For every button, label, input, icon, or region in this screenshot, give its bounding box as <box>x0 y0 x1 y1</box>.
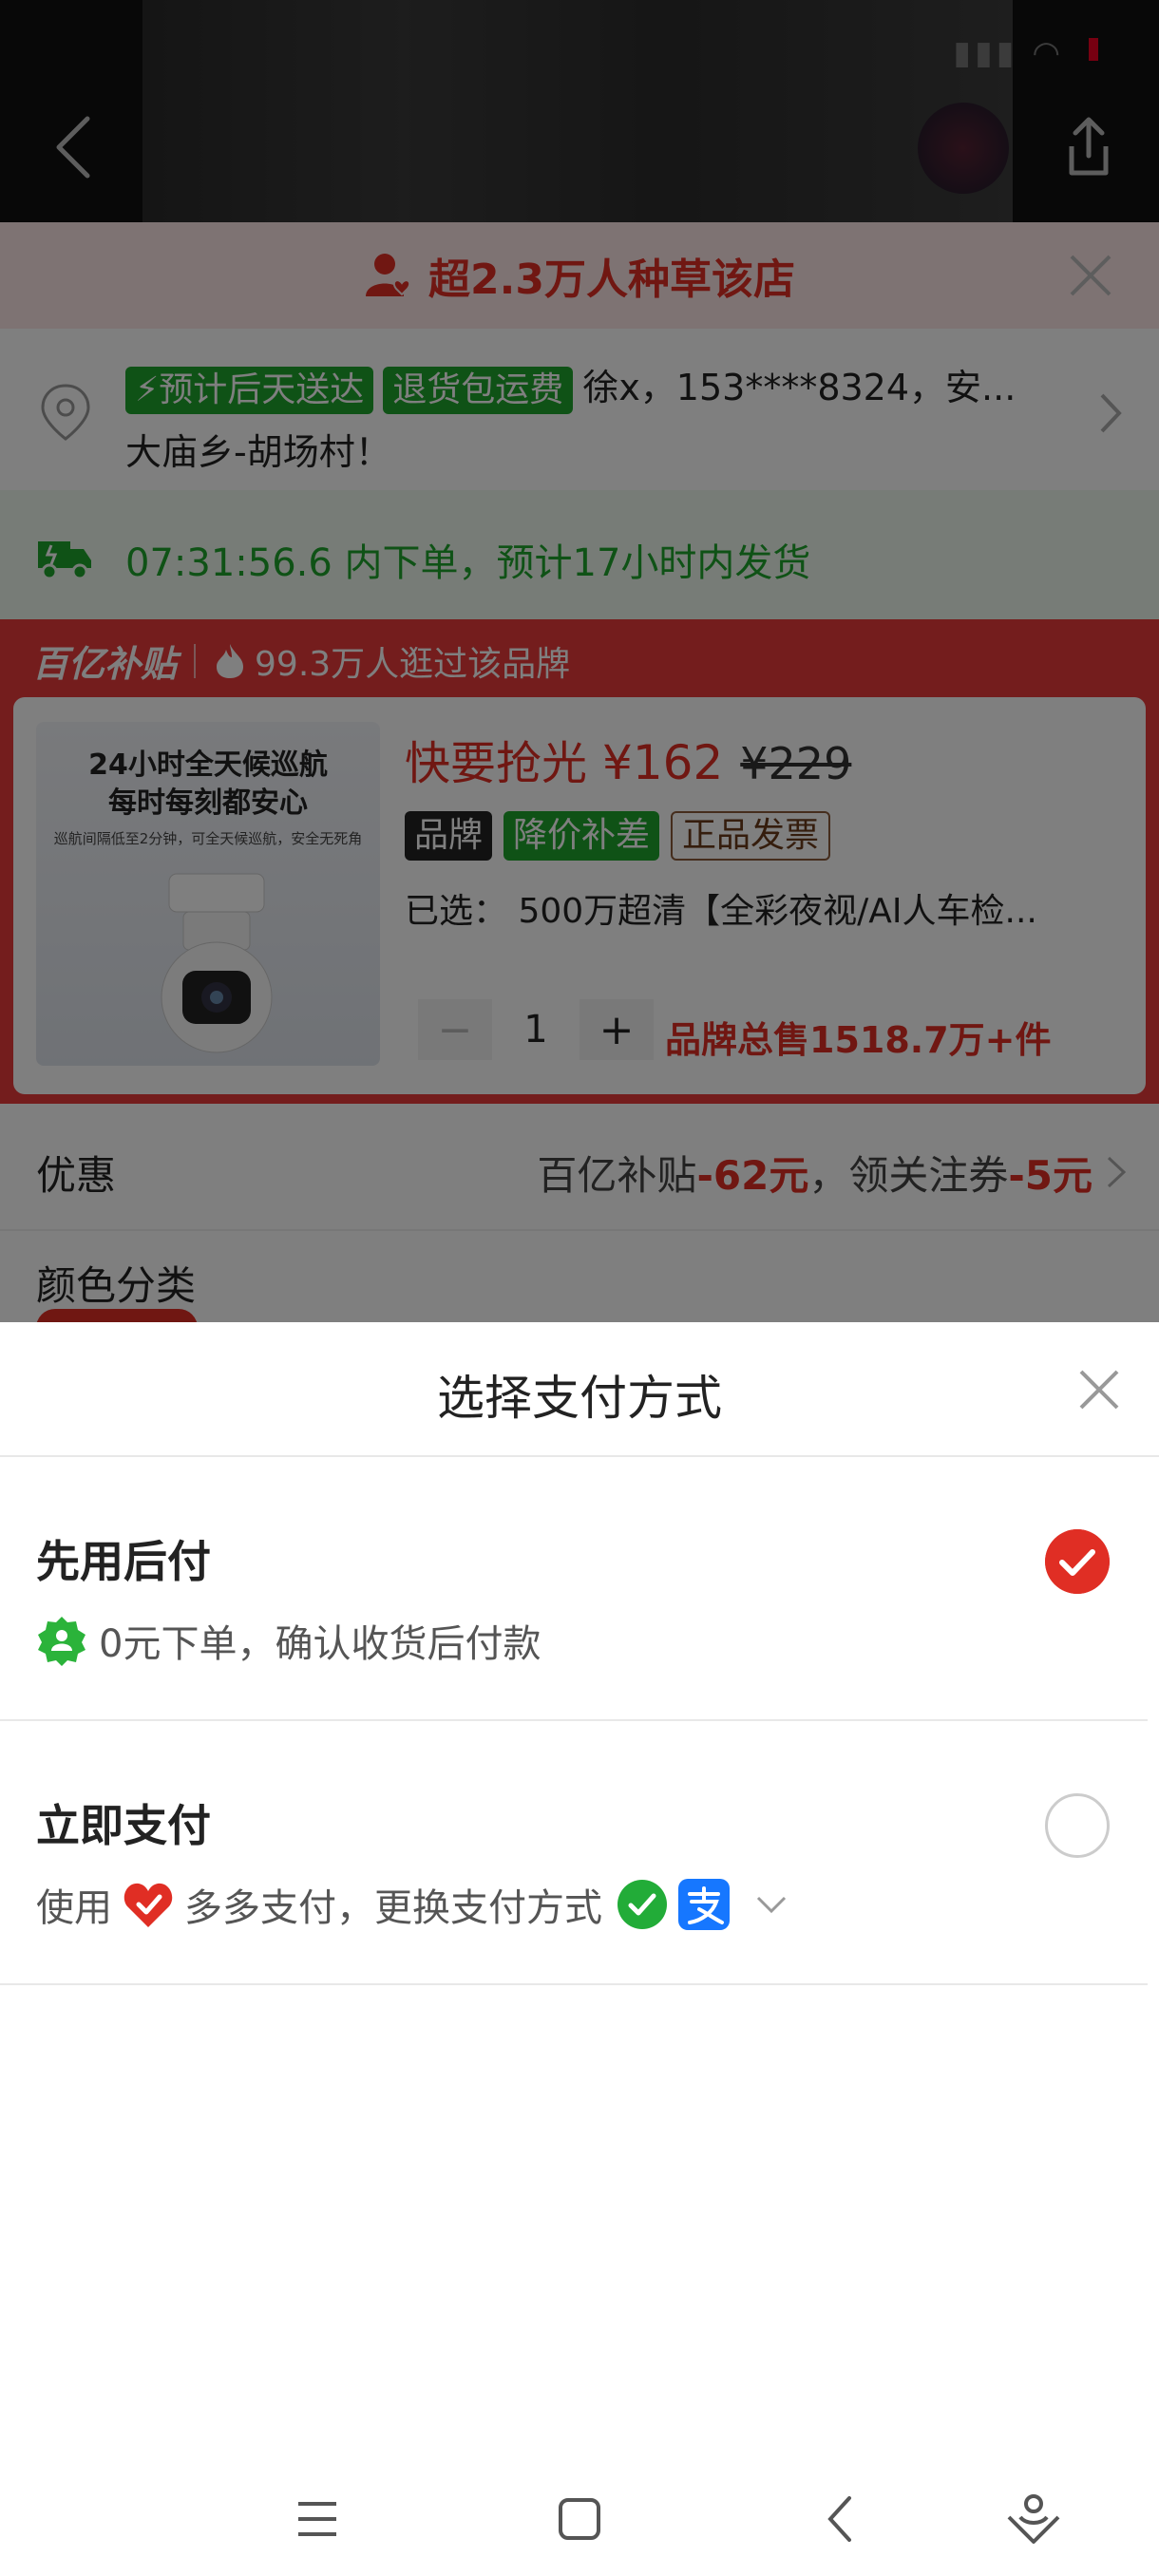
radio-selected-check-icon[interactable] <box>1045 1529 1110 1594</box>
sheet-title: 选择支付方式 <box>437 1371 722 1426</box>
pay-now-option[interactable]: 立即支付 使用 多多支付，更换支付方式 <box>0 1721 1148 1985</box>
wechat-pay-icon[interactable] <box>618 1880 667 1929</box>
pay-later-desc: 0元下单，确认收货后付款 <box>36 1613 541 1668</box>
chevron-down-icon[interactable] <box>752 1890 790 1919</box>
pay-later-title: 先用后付 <box>36 1536 211 1587</box>
pay-now-desc: 使用 多多支付，更换支付方式 <box>36 1877 790 1932</box>
pay-now-title: 立即支付 <box>36 1800 211 1851</box>
system-nav-bar <box>0 2462 1159 2576</box>
radio-unselected[interactable] <box>1045 1793 1110 1858</box>
sheet-header: 选择支付方式 <box>0 1322 1159 1457</box>
alipay-icon[interactable] <box>678 1879 730 1930</box>
nav-back-icon[interactable] <box>811 2489 872 2549</box>
duoduo-pay-icon <box>124 1883 173 1927</box>
close-icon[interactable] <box>1072 1362 1127 1417</box>
payment-sheet: 选择支付方式 先用后付 0元下单，确认收货后付款 立即支付 使用 多多支付，更换… <box>0 1322 1159 2576</box>
modal-overlay[interactable] <box>0 0 1159 1322</box>
pay-now-main: 多多支付，更换支付方式 <box>184 1886 602 1930</box>
pay-later-desc-text: 0元下单，确认收货后付款 <box>99 1622 542 1666</box>
pay-later-option[interactable]: 先用后付 0元下单，确认收货后付款 <box>0 1457 1148 1721</box>
menu-icon[interactable] <box>287 2489 348 2549</box>
shield-badge-icon <box>38 1617 86 1666</box>
pay-now-prefix: 使用 <box>36 1886 112 1930</box>
product-page-background: ▮▮▮ ◠ 超2.3万人种草该店 ⚡预计后天送达退货包运费徐x，153****8… <box>0 0 1159 1322</box>
assistant-icon[interactable] <box>1003 2489 1064 2549</box>
home-icon[interactable] <box>549 2489 610 2549</box>
